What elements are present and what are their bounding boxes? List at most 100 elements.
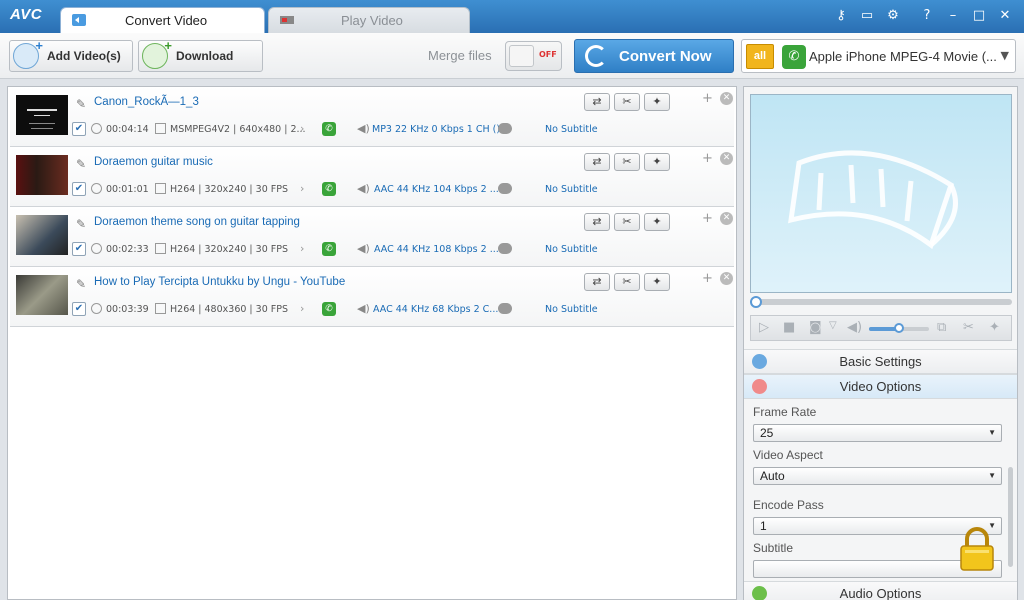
add-icon[interactable]: +	[702, 211, 713, 226]
tab-play-video[interactable]: Play Video	[268, 7, 470, 33]
subtitle-select[interactable]: No Subtitle	[545, 304, 598, 315]
frame-rate-select[interactable]: 25 ▼	[753, 424, 1002, 442]
audio-track[interactable]: AAC 44 KHz 104 Kbps 2 ...	[374, 184, 499, 195]
close-icon[interactable]: ✕	[992, 6, 1018, 26]
tab-convert-video[interactable]: Convert Video	[60, 7, 265, 33]
video-duration: 00:03:39	[106, 304, 149, 315]
scrollbar[interactable]	[1008, 467, 1013, 567]
phone-icon: ✆	[322, 242, 336, 256]
camera-icon[interactable]: ◙	[809, 320, 822, 335]
chevron-down-icon: ▼	[988, 471, 996, 480]
video-list: ✎ Canon_RockÃ—1_3 ⇄ ✂ ✦ + ✕ ✔ 00:04:14 M…	[7, 86, 737, 600]
speaker-icon	[752, 586, 767, 600]
play-icon[interactable]: ▷	[759, 320, 769, 335]
speaker-icon: ◀)	[357, 242, 370, 255]
lock-icon[interactable]	[959, 527, 995, 571]
video-checkbox[interactable]: ✔	[72, 182, 86, 196]
seek-bar[interactable]	[750, 296, 1012, 308]
subtitle-select[interactable]: No Subtitle	[545, 184, 598, 195]
remove-icon[interactable]: ✕	[720, 272, 733, 285]
film-icon	[752, 379, 767, 394]
add-icon[interactable]: +	[702, 91, 713, 106]
video-row[interactable]: ✎ Canon_RockÃ—1_3 ⇄ ✂ ✦ + ✕ ✔ 00:04:14 M…	[10, 87, 734, 147]
gear-icon[interactable]: ⚙	[880, 6, 906, 26]
subtitle-select[interactable]: No Subtitle	[545, 244, 598, 255]
chevron-down-icon[interactable]: ▽	[829, 320, 837, 331]
download-button[interactable]: + Download	[138, 38, 263, 72]
volume-slider[interactable]	[869, 323, 929, 333]
pencil-icon[interactable]: ✎	[76, 97, 88, 111]
divider	[906, 6, 914, 26]
minimize-icon[interactable]: –	[940, 6, 966, 26]
seek-handle[interactable]	[750, 296, 762, 308]
add-videos-button[interactable]: + Add Video(s)	[9, 38, 133, 72]
video-row[interactable]: ✎ Doraemon theme song on guitar tapping …	[10, 207, 734, 267]
video-checkbox[interactable]: ✔	[72, 122, 86, 136]
pencil-icon[interactable]: ✎	[76, 217, 88, 231]
convert-settings-button[interactable]: ⇄	[584, 273, 610, 291]
effects-wand-icon[interactable]: ✦	[644, 213, 670, 231]
maximize-icon[interactable]: □	[966, 6, 992, 26]
speaker-icon: ◀)	[357, 122, 370, 135]
all-profiles-badge[interactable]: all	[746, 44, 774, 69]
device-icon[interactable]: ▭	[854, 6, 880, 26]
scissors-icon[interactable]: ✂	[614, 213, 640, 231]
output-profile-select[interactable]: all ✆ Apple iPhone MPEG-4 Movie (... ▼	[741, 39, 1016, 73]
pencil-icon[interactable]: ✎	[76, 157, 88, 171]
video-row[interactable]: ✎ How to Play Tercipta Untukku by Ungu -…	[10, 267, 734, 327]
convert-settings-button[interactable]: ⇄	[584, 213, 610, 231]
add-icon[interactable]: +	[702, 271, 713, 286]
film-icon	[155, 123, 166, 134]
convert-now-button[interactable]: Convert Now	[574, 39, 734, 73]
effects-wand-icon[interactable]: ✦	[989, 320, 1000, 335]
video-checkbox[interactable]: ✔	[72, 302, 86, 316]
chevron-right-icon[interactable]: ›	[300, 302, 304, 315]
merge-files-label: Merge files	[428, 48, 492, 63]
scissors-icon[interactable]: ✂	[614, 93, 640, 111]
basic-settings-header[interactable]: Basic Settings	[744, 349, 1017, 374]
clock-icon	[91, 123, 102, 134]
chevron-right-icon[interactable]: ›	[300, 122, 304, 135]
video-options-header[interactable]: Video Options	[744, 374, 1017, 399]
copy-icon[interactable]: ⧉	[937, 320, 946, 335]
scissors-icon[interactable]: ✂	[614, 273, 640, 291]
video-title[interactable]: Canon_RockÃ—1_3	[94, 96, 199, 108]
scissors-icon[interactable]: ✂	[963, 320, 974, 335]
scissors-icon[interactable]: ✂	[614, 153, 640, 171]
chevron-right-icon[interactable]: ›	[300, 182, 304, 195]
effects-wand-icon[interactable]: ✦	[644, 93, 670, 111]
convert-settings-button[interactable]: ⇄	[584, 153, 610, 171]
film-icon	[155, 183, 166, 194]
phone-icon: ✆	[322, 122, 336, 136]
subtitle-bubble-icon	[498, 243, 512, 254]
video-aspect-select[interactable]: Auto ▼	[753, 467, 1002, 485]
remove-icon[interactable]: ✕	[720, 152, 733, 165]
frame-rate-label: Frame Rate	[753, 405, 817, 419]
audio-track[interactable]: MP3 22 KHz 0 Kbps 1 CH ()	[372, 124, 500, 135]
help-icon[interactable]: ?	[914, 6, 940, 26]
video-row[interactable]: ✎ Doraemon guitar music ⇄ ✂ ✦ + ✕ ✔ 00:0…	[10, 147, 734, 207]
volume-icon[interactable]: ◀)	[847, 320, 862, 335]
video-title[interactable]: Doraemon theme song on guitar tapping	[94, 216, 300, 228]
video-thumbnail	[16, 275, 68, 315]
effects-wand-icon[interactable]: ✦	[644, 273, 670, 291]
remove-icon[interactable]: ✕	[720, 212, 733, 225]
add-icon[interactable]: +	[702, 151, 713, 166]
pencil-icon[interactable]: ✎	[76, 277, 88, 291]
stop-icon[interactable]: ■	[783, 320, 795, 335]
audio-options-header[interactable]: Audio Options	[744, 581, 1017, 600]
profile-text: Apple iPhone MPEG-4 Movie (...	[809, 49, 997, 64]
subtitle-select[interactable]: No Subtitle	[545, 124, 598, 135]
merge-files-toggle[interactable]: OFF	[505, 41, 562, 71]
video-checkbox[interactable]: ✔	[72, 242, 86, 256]
video-title[interactable]: Doraemon guitar music	[94, 156, 213, 168]
remove-icon[interactable]: ✕	[720, 92, 733, 105]
effects-wand-icon[interactable]: ✦	[644, 153, 670, 171]
key-icon[interactable]: ⚷	[828, 6, 854, 26]
chevron-right-icon[interactable]: ›	[300, 242, 304, 255]
volume-handle[interactable]	[894, 323, 904, 333]
audio-track[interactable]: AAC 44 KHz 108 Kbps 2 ...	[374, 244, 499, 255]
audio-track[interactable]: AAC 44 KHz 68 Kbps 2 C...	[373, 304, 498, 315]
convert-settings-button[interactable]: ⇄	[584, 93, 610, 111]
video-title[interactable]: How to Play Tercipta Untukku by Ungu - Y…	[94, 276, 345, 288]
